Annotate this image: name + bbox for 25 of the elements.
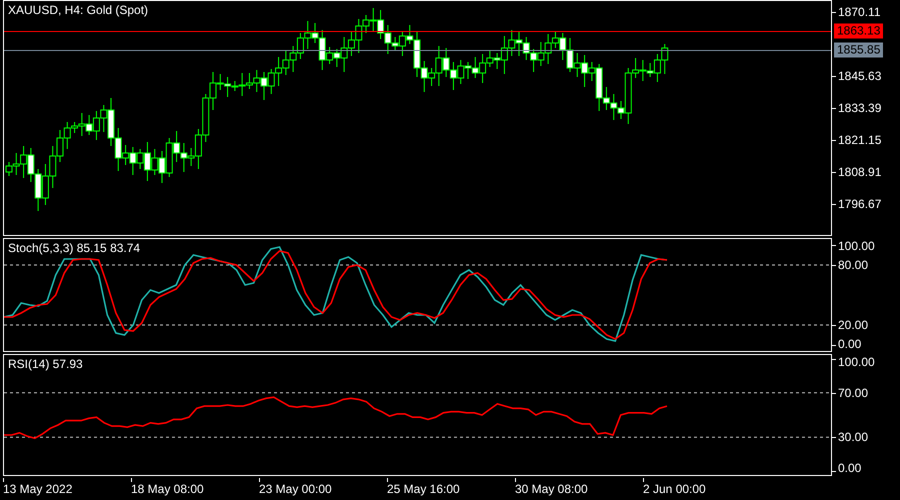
time-label: 13 May 2022 [3,482,72,496]
y-tick-label: 100.00 [838,355,875,369]
y-tick-label: 30.00 [838,430,868,444]
y-tick-label: 20.00 [838,318,868,332]
time-label: 30 May 08:00 [515,482,588,496]
price-label: 1833.39 [838,101,882,116]
time-label: 2 Jun 00:00 [643,482,706,496]
price-tag: 1855.85 [834,42,884,58]
y-tick-label: 80.00 [838,258,868,272]
y-tick-label: 100.00 [838,239,875,253]
y-tick-label: 0.00 [838,337,862,351]
price-label: 1821.15 [838,133,882,148]
y-tick-label: 70.00 [838,386,868,400]
indicator-title: RSI(14) 57.93 [8,357,85,371]
time-label: 23 May 00:00 [259,482,332,496]
time-label: 18 May 08:00 [131,482,204,496]
price-label: 1845.63 [838,69,882,84]
indicator-title: Stoch(5,3,3) 85.15 83.74 [8,241,142,255]
price-tag: 1863.13 [834,23,884,38]
time-label: 25 May 16:00 [387,482,460,496]
price-label: 1808.91 [838,165,882,180]
y-tick-label: 0.00 [838,461,862,475]
price-label: 1870.11 [838,5,880,20]
price-label: 1796.67 [838,197,882,212]
chart-title: XAUUSD, H4: Gold (Spot) [8,3,150,17]
